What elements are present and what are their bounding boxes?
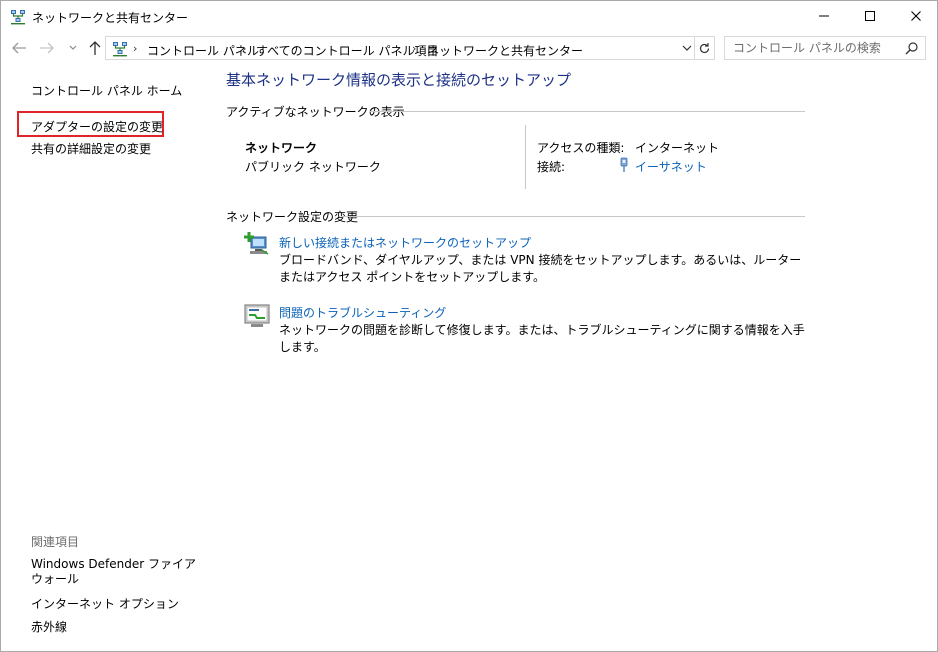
chevron-down-icon bbox=[69, 45, 77, 50]
page-title: 基本ネットワーク情報の表示と接続のセットアップ bbox=[226, 71, 572, 89]
recent-locations-button[interactable] bbox=[63, 37, 83, 59]
related-heading: 関連項目 bbox=[31, 535, 80, 549]
refresh-icon bbox=[699, 42, 710, 53]
maximize-button[interactable] bbox=[847, 1, 893, 31]
troubleshoot-icon bbox=[244, 304, 270, 327]
breadcrumb-separator-icon[interactable]: › bbox=[133, 42, 137, 55]
internet-options-link[interactable]: インターネット オプション bbox=[31, 595, 179, 612]
close-button[interactable] bbox=[893, 1, 938, 31]
access-type-label: アクセスの種類: bbox=[537, 141, 625, 155]
chevron-down-icon[interactable] bbox=[680, 41, 694, 55]
firewall-link[interactable]: Windows Defender ファイアウォール bbox=[31, 557, 199, 587]
access-type-value: インターネット bbox=[635, 141, 720, 155]
network-type-link[interactable]: パブリック ネットワーク bbox=[245, 158, 381, 175]
advanced-sharing-settings-link[interactable]: 共有の詳細設定の変更 bbox=[31, 140, 151, 157]
navigation-bar: › コントロール パネル › すべてのコントロール パネル項目 › ネットワーク… bbox=[1, 34, 937, 62]
new-connection-icon bbox=[244, 232, 269, 255]
change-adapter-settings-link[interactable]: アダプターの設定の変更 bbox=[31, 118, 163, 135]
title-bar: ネットワークと共有センター bbox=[1, 1, 937, 31]
section-divider bbox=[369, 111, 805, 112]
control-panel-icon bbox=[113, 42, 127, 57]
troubleshoot-link[interactable]: 問題のトラブルシューティング bbox=[279, 304, 446, 321]
search-icon[interactable] bbox=[905, 41, 919, 55]
change-settings-heading: ネットワーク設定の変更 bbox=[226, 210, 359, 224]
new-connection-description: ブロードバンド、ダイヤルアップ、または VPN 接続をセットアップします。あるい… bbox=[279, 253, 802, 284]
close-icon bbox=[911, 11, 921, 21]
forward-button[interactable] bbox=[37, 37, 57, 59]
refresh-button[interactable] bbox=[695, 36, 715, 60]
arrow-up-icon bbox=[89, 41, 101, 55]
troubleshoot-description: ネットワークの問題を診断して修復します。または、トラブルシューティングに関する情… bbox=[279, 323, 805, 354]
arrow-left-icon bbox=[12, 42, 26, 54]
up-button[interactable] bbox=[85, 37, 105, 59]
ethernet-connection-link[interactable]: イーサネット bbox=[635, 158, 707, 175]
breadcrumb-network-center[interactable]: ネットワークと共有センター bbox=[427, 42, 583, 59]
window: ネットワークと共有センター › コントロール パネル › すべてのコントロール … bbox=[0, 0, 938, 652]
back-button[interactable] bbox=[9, 37, 29, 59]
window-title: ネットワークと共有センター bbox=[32, 11, 189, 25]
address-bar[interactable]: › コントロール パネル › すべてのコントロール パネル項目 › ネットワーク… bbox=[105, 36, 695, 60]
breadcrumb-separator-icon[interactable]: › bbox=[242, 42, 246, 55]
infrared-link[interactable]: 赤外線 bbox=[31, 618, 67, 635]
arrow-right-icon bbox=[40, 42, 54, 54]
vertical-divider bbox=[525, 125, 526, 189]
section-divider bbox=[341, 216, 805, 217]
ethernet-icon bbox=[620, 157, 628, 172]
maximize-icon bbox=[865, 11, 875, 21]
search-box[interactable] bbox=[724, 36, 926, 60]
minimize-icon bbox=[819, 15, 829, 17]
search-input[interactable] bbox=[725, 37, 908, 59]
new-connection-link[interactable]: 新しい接続またはネットワークのセットアップ bbox=[279, 234, 531, 251]
control-panel-home-link[interactable]: コントロール パネル ホーム bbox=[31, 82, 182, 99]
breadcrumb-separator-icon[interactable]: › bbox=[412, 42, 416, 55]
minimize-button[interactable] bbox=[801, 1, 847, 31]
network-name: ネットワーク bbox=[245, 141, 318, 155]
connection-label: 接続: bbox=[537, 160, 566, 174]
network-center-icon bbox=[11, 10, 25, 25]
